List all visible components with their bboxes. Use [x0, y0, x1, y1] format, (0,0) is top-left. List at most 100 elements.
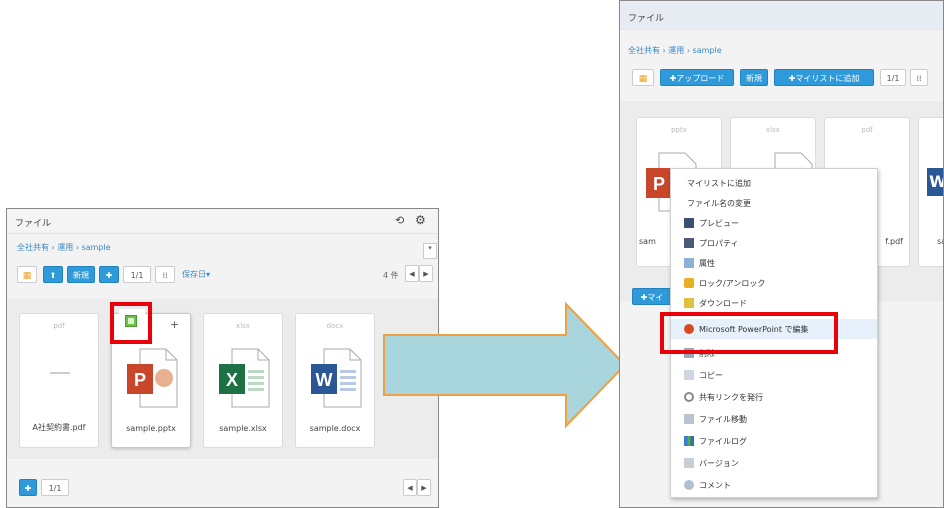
- folder-tree-button[interactable]: ▦: [17, 266, 37, 283]
- file-count: 4 件: [383, 271, 399, 280]
- left-breadcrumb[interactable]: 全社共有 › 運用 › sample: [17, 242, 111, 253]
- file-ext: docx: [326, 322, 344, 330]
- word-file-icon: W: [311, 348, 362, 408]
- new-button[interactable]: 新規: [740, 69, 768, 86]
- lock-icon: [684, 278, 694, 288]
- file-ext: pdf: [53, 322, 65, 330]
- plus-icon: ✚: [105, 271, 113, 280]
- upload-button[interactable]: ⬆: [43, 266, 63, 283]
- add-to-mylist-bottom-button[interactable]: ✚マイ: [632, 288, 672, 305]
- file-name: sample.xlsx: [219, 424, 267, 433]
- upload-icon: ⬆: [49, 271, 57, 280]
- menu-item-download[interactable]: ダウンロード: [671, 293, 877, 313]
- properties-icon: [684, 238, 694, 248]
- right-panel-title: ファイル: [628, 14, 665, 24]
- menu-item-share-link[interactable]: 共有リンクを発行: [671, 387, 877, 407]
- left-file-panel: ファイル ⟲ ⚙ 全社共有 › 運用 › sample ▾ ▦ ⬆ 新規 ✚ 1…: [6, 208, 439, 508]
- menu-item-comment[interactable]: コメント: [671, 475, 877, 495]
- download-icon: [684, 298, 694, 308]
- menu-item-label: マイリストに追加: [687, 179, 751, 188]
- grid-icon: ⁞⁞: [916, 74, 922, 83]
- checkbox-highlight-box: [110, 302, 152, 344]
- preview-icon: [684, 218, 694, 228]
- plus-icon: ✚: [24, 484, 32, 493]
- file-name: sa: [937, 237, 943, 246]
- file-name: f.pdf: [885, 237, 903, 246]
- left-scroll-indicator[interactable]: ▾: [423, 243, 437, 259]
- attribute-icon: [684, 258, 694, 268]
- menu-item-rename[interactable]: ファイル名の変更: [671, 193, 877, 213]
- upload-button[interactable]: ✚アップロード: [660, 69, 734, 86]
- menu-item-label: プロパティ: [699, 239, 739, 248]
- version-icon: [684, 458, 694, 468]
- footer-page-indicator: 1/1: [41, 479, 69, 496]
- menu-item-copy[interactable]: コピー: [671, 365, 877, 385]
- file-card-xlsx[interactable]: xlsx X sample.xlsx: [203, 313, 283, 448]
- left-panel-header: ファイル ⟲ ⚙: [7, 209, 438, 234]
- grid-view-button[interactable]: ⁞⁞: [155, 266, 175, 283]
- folder-tree-icon: ▦: [22, 271, 32, 281]
- page-indicator: 1/1: [123, 266, 151, 283]
- file-card-docx[interactable]: docx W sample.docx: [295, 313, 375, 448]
- menu-item-label: コピー: [699, 371, 723, 380]
- file-name: sam: [639, 237, 656, 246]
- folder-tree-icon: ▦: [638, 74, 648, 84]
- footer-prev-button[interactable]: ◀: [403, 479, 417, 496]
- menu-item-properties[interactable]: プロパティ: [671, 233, 877, 253]
- menu-item-label: バージョン: [699, 459, 739, 468]
- grid-icon: ⁞⁞: [162, 271, 168, 280]
- svg-text:X: X: [226, 370, 238, 390]
- move-icon: [684, 414, 694, 424]
- comment-icon: [684, 480, 694, 490]
- file-card-pdf[interactable]: pdf A社契約書.pdf: [19, 313, 99, 448]
- file-name: sample.pptx: [126, 424, 176, 433]
- svg-text:P: P: [653, 174, 665, 194]
- next-page-button[interactable]: ▶: [419, 265, 433, 282]
- menu-item-label: ファイル移動: [699, 415, 747, 424]
- menu-item-preview[interactable]: プレビュー: [671, 213, 877, 233]
- menu-item-label: ロック/アンロック: [699, 279, 766, 288]
- menu-item-label: ファイル名の変更: [687, 199, 751, 208]
- file-name: A社契約書.pdf: [32, 423, 86, 432]
- right-panel-header: ファイル: [620, 1, 943, 30]
- svg-text:W: W: [316, 370, 333, 390]
- page-indicator: 1/1: [880, 69, 906, 86]
- menu-item-attribute[interactable]: 属性: [671, 253, 877, 273]
- copy-icon: [684, 370, 694, 380]
- gear-icon[interactable]: ⚙: [415, 213, 426, 227]
- grid-view-button[interactable]: ⁞⁞: [910, 69, 928, 86]
- footer-next-button[interactable]: ▶: [417, 479, 431, 496]
- link-icon: [684, 392, 694, 402]
- add-to-mylist-button[interactable]: ✚マイリストに追加: [774, 69, 874, 86]
- menu-item-label: コメント: [699, 481, 731, 490]
- menu-item-label: 属性: [699, 259, 715, 268]
- menu-item-lock[interactable]: ロック/アンロック: [671, 273, 877, 293]
- menu-item-label: ダウンロード: [699, 299, 747, 308]
- plus-icon[interactable]: +: [170, 318, 179, 331]
- sync-icon[interactable]: ⟲: [395, 214, 404, 227]
- word-file-icon: W: [927, 168, 943, 196]
- sort-dropdown[interactable]: 保存日▾: [182, 269, 210, 280]
- file-ext: pptx: [671, 126, 687, 134]
- file-card-docx[interactable]: W sa: [918, 117, 943, 267]
- transition-arrow: [383, 301, 627, 429]
- footer-add-button[interactable]: ✚: [19, 479, 37, 496]
- right-breadcrumb[interactable]: 全社共有 › 運用 › sample: [628, 45, 722, 56]
- folder-tree-button[interactable]: ▦: [632, 69, 654, 86]
- menu-item-add-mylist[interactable]: マイリストに追加: [671, 173, 877, 193]
- file-ext: pdf: [861, 126, 873, 134]
- powerpoint-file-icon: P: [127, 348, 178, 408]
- file-name: sample.docx: [309, 424, 361, 433]
- menu-item-file-log[interactable]: ファイルログ: [671, 431, 877, 451]
- menu-item-move[interactable]: ファイル移動: [671, 409, 877, 429]
- menu-item-version[interactable]: バージョン: [671, 453, 877, 473]
- menu-item-label: ファイルログ: [699, 437, 747, 446]
- menu-highlight-box: [660, 312, 838, 354]
- log-icon: [684, 436, 694, 446]
- add-button[interactable]: ✚: [99, 266, 119, 283]
- new-button[interactable]: 新規: [67, 266, 95, 283]
- file-ext: xlsx: [236, 322, 250, 330]
- prev-page-button[interactable]: ◀: [405, 265, 419, 282]
- menu-item-label: プレビュー: [699, 219, 739, 228]
- file-ext: xlsx: [766, 126, 780, 134]
